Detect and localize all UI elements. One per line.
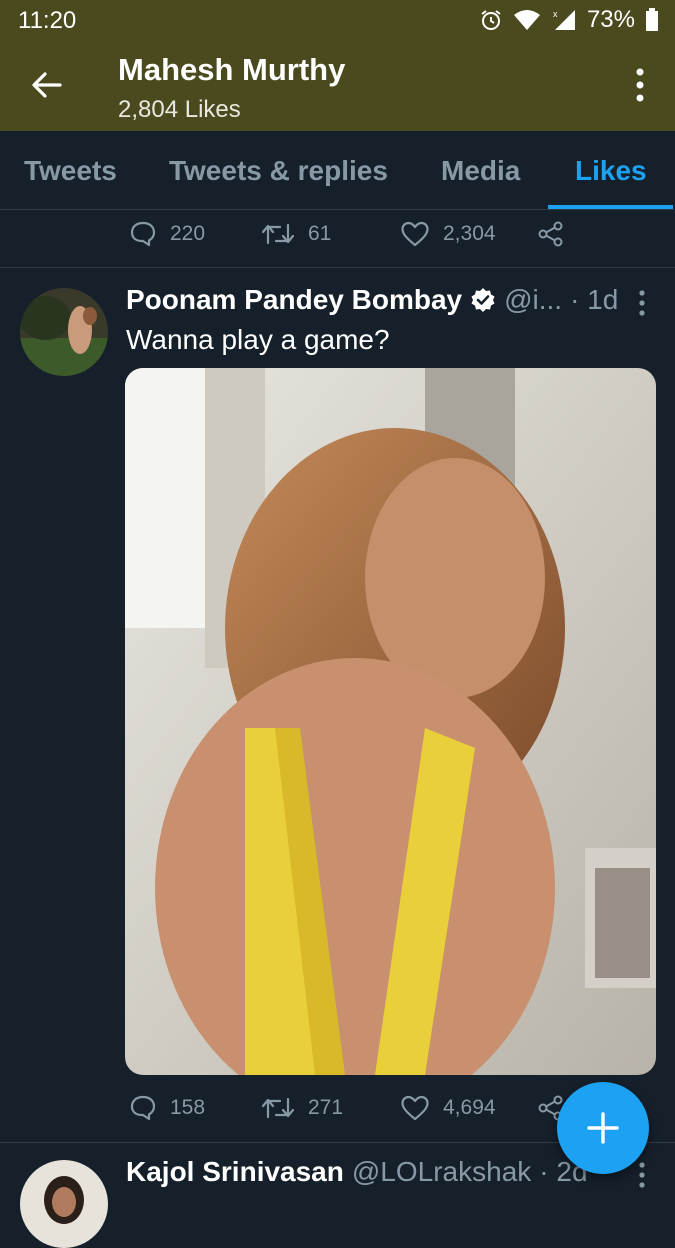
heart-icon bbox=[401, 221, 429, 247]
tab-tweets-replies[interactable]: Tweets & replies bbox=[169, 155, 388, 187]
reply-count: 158 bbox=[170, 1096, 206, 1119]
wifi-icon bbox=[513, 10, 540, 30]
alarm-icon bbox=[481, 10, 501, 30]
back-arrow-icon[interactable] bbox=[30, 68, 64, 102]
reply-button[interactable]: 220 bbox=[130, 221, 205, 247]
reply-button[interactable]: 158 bbox=[130, 1095, 205, 1121]
status-time: 11:20 bbox=[18, 7, 77, 34]
avatar[interactable] bbox=[20, 288, 108, 376]
reply-icon bbox=[130, 221, 156, 247]
profile-tabs: Tweets Tweets & replies Media Likes bbox=[0, 131, 675, 210]
tweet-text: Wanna play a game? bbox=[126, 324, 390, 355]
share-icon bbox=[538, 221, 563, 247]
tab-likes[interactable]: Likes bbox=[575, 155, 647, 187]
prev-tweet-actions: 220 61 2,304 bbox=[0, 211, 675, 261]
compose-tweet-button[interactable] bbox=[557, 1082, 649, 1174]
avatar-photo bbox=[20, 1160, 108, 1248]
retweet-button[interactable]: 61 bbox=[262, 221, 331, 247]
tab-media[interactable]: Media bbox=[441, 155, 520, 187]
reply-icon bbox=[130, 1095, 156, 1121]
tweet-photo[interactable] bbox=[125, 368, 656, 1075]
reply-count: 220 bbox=[170, 222, 206, 245]
like-count: 2,304 bbox=[443, 222, 496, 245]
heart-icon bbox=[401, 1095, 429, 1121]
avatar-photo bbox=[20, 288, 108, 376]
tweet-header: Kajol Srinivasan @LOLrakshak · 2d bbox=[126, 1156, 588, 1188]
tweet-menu-icon[interactable] bbox=[639, 290, 645, 316]
share-button[interactable] bbox=[538, 221, 564, 247]
avatar[interactable] bbox=[20, 1160, 108, 1248]
retweet-count: 271 bbox=[308, 1096, 344, 1119]
retweet-icon bbox=[262, 1097, 294, 1119]
battery-percent: 73% bbox=[586, 6, 635, 33]
retweet-count: 61 bbox=[308, 222, 332, 245]
like-button[interactable]: 4,694 bbox=[401, 1095, 496, 1121]
author-name[interactable]: Poonam Pandey Bombay bbox=[126, 284, 462, 316]
author-name[interactable]: Kajol Srinivasan bbox=[126, 1156, 344, 1188]
battery-icon bbox=[646, 8, 658, 31]
status-bar: 11:20 x 73% bbox=[0, 0, 675, 40]
tab-tweets[interactable]: Tweets bbox=[24, 155, 117, 187]
cell-signal-icon: x bbox=[553, 9, 575, 30]
author-handle[interactable]: @i... bbox=[504, 284, 562, 316]
tweet-menu-icon[interactable] bbox=[639, 1162, 645, 1188]
plus-icon bbox=[587, 1112, 619, 1144]
status-icons: x 73% bbox=[479, 6, 659, 34]
profile-name: Mahesh Murthy bbox=[118, 52, 346, 87]
active-tab-indicator bbox=[548, 205, 673, 209]
like-count: 4,694 bbox=[443, 1096, 496, 1119]
tweet-time: · 1d bbox=[570, 284, 619, 315]
tweet-photo-image bbox=[125, 368, 656, 1075]
tweet-header: Poonam Pandey Bombay @i... · 1d bbox=[126, 284, 618, 316]
likes-count: 2,804 Likes bbox=[118, 96, 241, 123]
overflow-menu-icon[interactable] bbox=[635, 68, 645, 102]
divider bbox=[0, 267, 675, 268]
author-handle[interactable]: @LOLrakshak bbox=[352, 1156, 531, 1188]
svg-text:x: x bbox=[553, 9, 558, 19]
verified-badge-icon bbox=[471, 288, 495, 312]
profile-header: Mahesh Murthy 2,804 Likes bbox=[0, 40, 675, 131]
retweet-button[interactable]: 271 bbox=[262, 1095, 343, 1121]
like-button[interactable]: 2,304 bbox=[401, 221, 496, 247]
retweet-icon bbox=[262, 223, 294, 245]
